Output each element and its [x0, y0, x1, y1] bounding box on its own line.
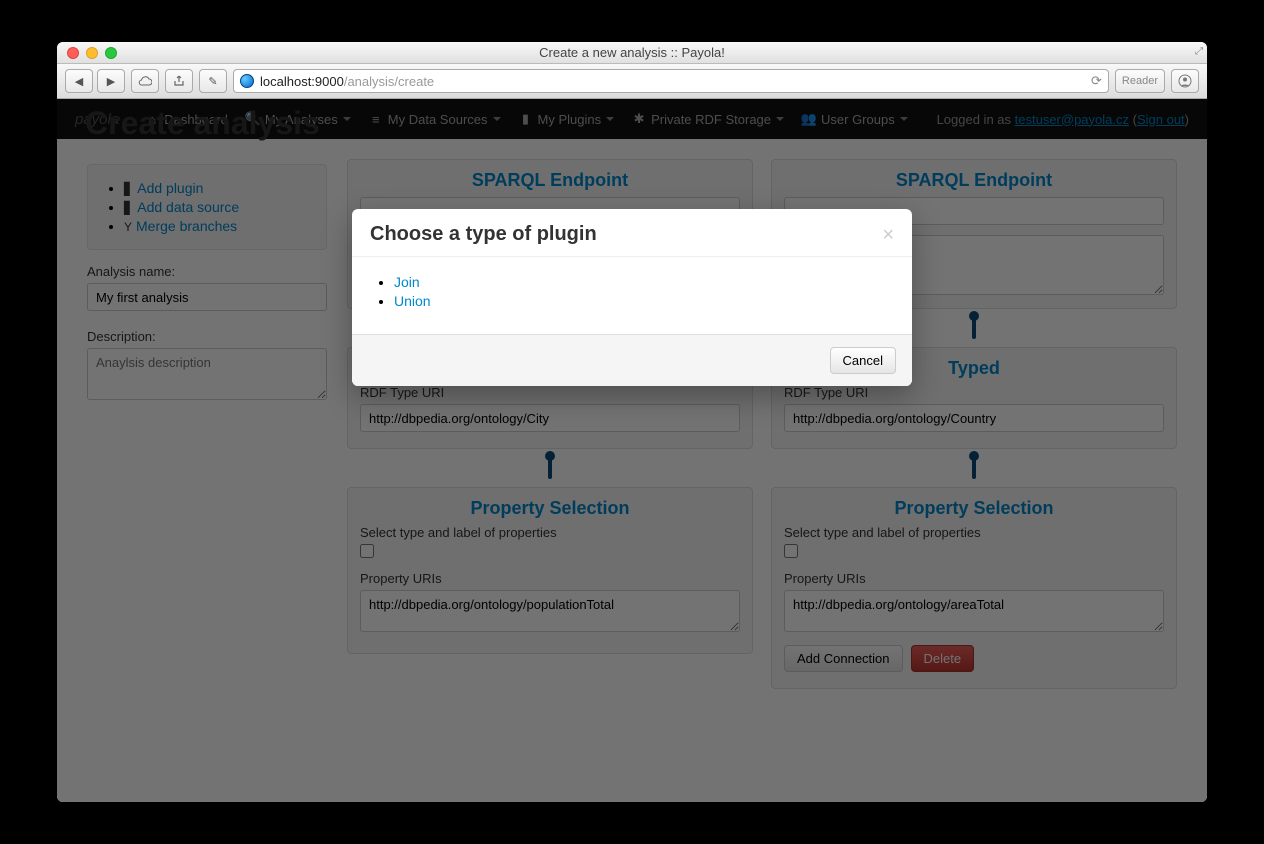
safari-window: Create a new analysis :: Payola! ⤢ ◀ ▶ ✎… [57, 42, 1207, 802]
globe-icon [240, 74, 254, 88]
share-icon [172, 74, 186, 88]
url-host: localhost:9000 [260, 74, 344, 89]
url-bar[interactable]: localhost:9000/analysis/create ⟳ [233, 69, 1109, 93]
share-button[interactable] [165, 69, 193, 93]
user-circle-icon [1178, 74, 1192, 88]
plugin-option-union[interactable]: Union [394, 293, 431, 309]
modal-close-button[interactable]: × [882, 225, 894, 245]
reload-icon[interactable]: ⟳ [1091, 73, 1102, 89]
icloud-button[interactable] [131, 69, 159, 93]
plugins-button[interactable]: ✎ [199, 69, 227, 93]
titlebar: Create a new analysis :: Payola! ⤢ [57, 42, 1207, 64]
window-lights [57, 47, 117, 59]
back-button[interactable]: ◀ [65, 69, 93, 93]
downloads-button[interactable] [1171, 69, 1199, 93]
zoom-window-button[interactable] [105, 47, 117, 59]
pin-icon: ✎ [206, 74, 220, 88]
cancel-button[interactable]: Cancel [830, 347, 896, 374]
plugin-type-modal: Choose a type of plugin × Join Union Can… [352, 209, 912, 386]
close-window-button[interactable] [67, 47, 79, 59]
page-viewport: payola ⌂Dashboard 🔍My Analyses ≡My Data … [57, 99, 1207, 802]
url-path: /analysis/create [344, 74, 434, 89]
resize-icon[interactable]: ⤢ [1195, 46, 1203, 57]
modal-overlay[interactable]: Choose a type of plugin × Join Union Can… [57, 99, 1207, 802]
browser-toolbar: ◀ ▶ ✎ localhost:9000/analysis/create ⟳ R… [57, 64, 1207, 99]
plugin-option-join[interactable]: Join [394, 274, 420, 290]
modal-title: Choose a type of plugin [370, 223, 597, 246]
reader-button[interactable]: Reader [1115, 69, 1165, 93]
minimize-window-button[interactable] [86, 47, 98, 59]
forward-button[interactable]: ▶ [97, 69, 125, 93]
cloud-icon [138, 74, 152, 88]
window-title: Create a new analysis :: Payola! [57, 45, 1207, 60]
